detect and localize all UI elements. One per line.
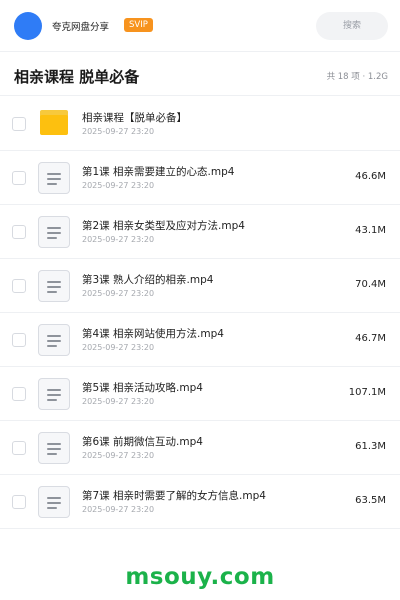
row-checkbox[interactable]: [12, 279, 26, 293]
item-size: 61.3M: [355, 441, 386, 452]
file-icon: [38, 216, 70, 248]
file-row[interactable]: 第5课 相亲活动攻略.mp4 2025-09-27 23:20 107.1M: [0, 367, 400, 421]
item-date: 2025-09-27 23:20: [82, 235, 155, 244]
item-size: 107.1M: [348, 387, 386, 398]
file-row[interactable]: 第6课 前期微信互动.mp4 2025-09-27 23:20 61.3M: [0, 421, 400, 475]
row-checkbox[interactable]: [12, 117, 26, 131]
avatar[interactable]: [14, 12, 42, 40]
item-name[interactable]: 相亲课程【脱单必备】: [82, 110, 187, 125]
file-icon: [38, 324, 70, 356]
svip-badge: SVIP: [124, 18, 153, 32]
file-icon: [38, 432, 70, 464]
file-icon: [38, 486, 70, 518]
item-name[interactable]: 第1课 相亲需要建立的心态.mp4: [82, 164, 234, 179]
user-name[interactable]: 夸克网盘分享: [52, 19, 109, 33]
item-name[interactable]: 第5课 相亲活动攻略.mp4: [82, 380, 203, 395]
item-size: 63.5M: [355, 495, 386, 506]
watermark: msouy.com: [125, 564, 275, 590]
row-checkbox[interactable]: [12, 333, 26, 347]
item-name[interactable]: 第6课 前期微信互动.mp4: [82, 434, 203, 449]
file-row[interactable]: 第4课 相亲网站使用方法.mp4 2025-09-27 23:20 46.7M: [0, 313, 400, 367]
top-bar: 夸克网盘分享 SVIP: [0, 0, 400, 52]
file-row[interactable]: 第7课 相亲时需要了解的女方信息.mp4 2025-09-27 23:20 63.5…: [0, 475, 400, 529]
file-row[interactable]: 第1课 相亲需要建立的心态.mp4 2025-09-27 23:20 46.6M: [0, 151, 400, 205]
item-date: 2025-09-27 23:20: [82, 397, 155, 406]
item-name[interactable]: 第4课 相亲网站使用方法.mp4: [82, 326, 224, 341]
row-checkbox[interactable]: [12, 225, 26, 239]
row-checkbox[interactable]: [12, 495, 26, 509]
file-icon: [38, 378, 70, 410]
folder-header: 相亲课程 脱单必备 共 18 项 · 1.2G: [0, 52, 400, 96]
item-name[interactable]: 第3课 熟人介绍的相亲.mp4: [82, 272, 213, 287]
item-size: 70.4M: [355, 279, 386, 290]
item-date: 2025-09-27 23:20: [82, 505, 155, 514]
file-row[interactable]: 第3课 熟人介绍的相亲.mp4 2025-09-27 23:20 70.4M: [0, 259, 400, 313]
row-checkbox[interactable]: [12, 387, 26, 401]
item-size: 43.1M: [355, 225, 386, 236]
item-size: 46.6M: [355, 171, 386, 182]
search-input[interactable]: [316, 12, 388, 40]
file-row[interactable]: 第2课 相亲女类型及应对方法.mp4 2025-09-27 23:20 43.1M: [0, 205, 400, 259]
item-date: 2025-09-27 23:20: [82, 127, 155, 136]
item-date: 2025-09-27 23:20: [82, 343, 155, 352]
item-date: 2025-09-27 23:20: [82, 451, 155, 460]
item-size: 46.7M: [355, 333, 386, 344]
row-checkbox[interactable]: [12, 171, 26, 185]
item-name[interactable]: 第2课 相亲女类型及应对方法.mp4: [82, 218, 245, 233]
file-icon: [38, 162, 70, 194]
item-date: 2025-09-27 23:20: [82, 181, 155, 190]
file-icon: [38, 270, 70, 302]
folder-icon: [38, 108, 70, 140]
item-date: 2025-09-27 23:20: [82, 289, 155, 298]
row-checkbox[interactable]: [12, 441, 26, 455]
item-name[interactable]: 第7课 相亲时需要了解的女方信息.mp4: [82, 488, 266, 503]
folder-meta: 共 18 项 · 1.2G: [326, 72, 388, 82]
folder-row[interactable]: 相亲课程【脱单必备】 2025-09-27 23:20: [0, 97, 400, 151]
page-title: 相亲课程 脱单必备: [14, 68, 140, 86]
